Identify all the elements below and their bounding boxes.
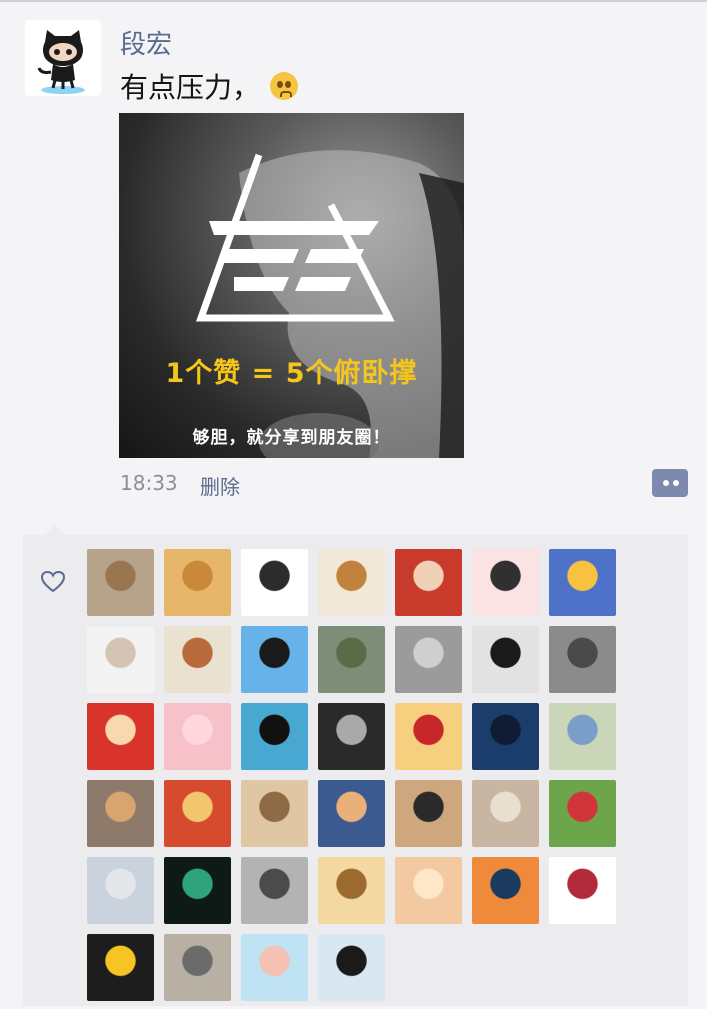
liker-avatar[interactable]: [318, 857, 385, 924]
liker-avatar[interactable]: [318, 549, 385, 616]
liker-avatar[interactable]: [87, 934, 154, 1001]
liker-avatar[interactable]: [318, 934, 385, 1001]
image-caption: 够胆，就分享到朋友圈！: [192, 428, 391, 448]
heart-icon: [40, 570, 66, 593]
liker-avatar[interactable]: [549, 626, 616, 693]
liker-avatar[interactable]: [318, 703, 385, 770]
delete-link[interactable]: 删除: [200, 471, 240, 500]
author-name[interactable]: 段宏: [120, 24, 172, 61]
liker-avatar[interactable]: [549, 549, 616, 616]
comment-dot-icon: [673, 480, 679, 486]
liker-avatar[interactable]: [164, 934, 231, 1001]
liker-avatar[interactable]: [241, 780, 308, 847]
likes-panel: [23, 525, 688, 1009]
liker-avatar[interactable]: [395, 780, 462, 847]
liker-avatar[interactable]: [87, 857, 154, 924]
worried-face-emoji-icon: [270, 72, 299, 100]
liker-avatar[interactable]: [472, 703, 539, 770]
liker-avatar[interactable]: [318, 780, 385, 847]
liker-avatar[interactable]: [395, 857, 462, 924]
liker-avatar[interactable]: [241, 626, 308, 693]
comment-dot-icon: [663, 480, 669, 486]
liker-avatar[interactable]: [87, 780, 154, 847]
liker-avatar[interactable]: [395, 626, 462, 693]
liker-avatar[interactable]: [549, 703, 616, 770]
liker-avatar[interactable]: [472, 549, 539, 616]
liker-avatar[interactable]: [472, 780, 539, 847]
liker-avatar[interactable]: [241, 934, 308, 1001]
liker-avatar[interactable]: [241, 703, 308, 770]
post-text-content: 有点压力，: [120, 71, 261, 104]
image-headline: 1个赞 = 5个俯卧撑: [165, 358, 418, 389]
liker-avatar[interactable]: [395, 703, 462, 770]
liker-avatar[interactable]: [87, 626, 154, 693]
liker-avatar[interactable]: [87, 703, 154, 770]
liker-avatar[interactable]: [549, 857, 616, 924]
liker-avatar[interactable]: [164, 780, 231, 847]
liker-avatar[interactable]: [164, 549, 231, 616]
github-octocat-icon: [37, 30, 85, 94]
liker-avatar[interactable]: [241, 857, 308, 924]
liker-avatar[interactable]: [318, 626, 385, 693]
liker-avatar[interactable]: [164, 626, 231, 693]
comment-button[interactable]: [652, 469, 688, 497]
liker-avatar[interactable]: [472, 857, 539, 924]
liker-avatar[interactable]: [87, 549, 154, 616]
liker-avatar[interactable]: [549, 780, 616, 847]
post-time: 18:33: [120, 471, 178, 495]
author-avatar[interactable]: [25, 20, 101, 96]
liker-avatar[interactable]: [472, 626, 539, 693]
post-image[interactable]: 1个赞 = 5个俯卧撑 够胆，就分享到朋友圈！: [119, 113, 464, 458]
top-divider: [0, 0, 707, 2]
liker-avatar[interactable]: [395, 549, 462, 616]
liker-avatar-grid: [87, 549, 627, 1009]
brand-triangle-logo: [196, 153, 395, 322]
liker-avatar[interactable]: [241, 549, 308, 616]
liker-avatar[interactable]: [164, 857, 231, 924]
liker-avatar[interactable]: [164, 703, 231, 770]
post-text: 有点压力，: [120, 66, 299, 106]
